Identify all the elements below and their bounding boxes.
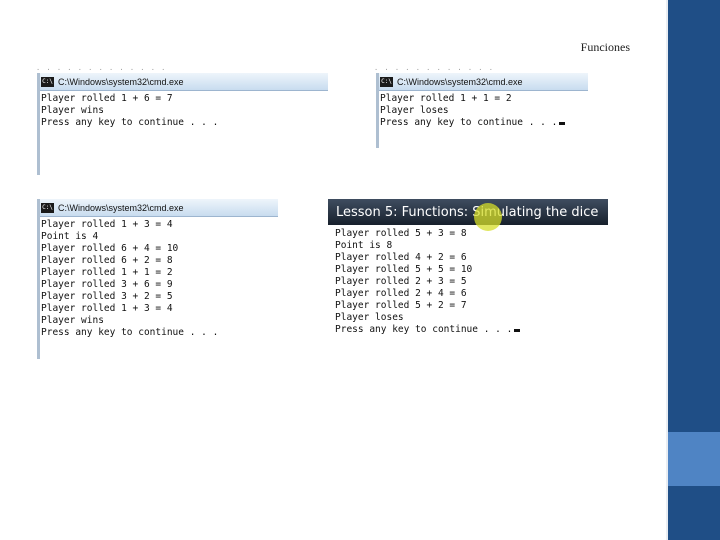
sidebar-accent-block <box>668 432 720 486</box>
cmd-icon: C:\ <box>380 76 393 87</box>
console-line: Player rolled 1 + 1 = 2 <box>41 267 173 278</box>
window-border <box>37 199 40 359</box>
cursor-icon <box>514 329 521 332</box>
console-line: Player rolled 2 + 3 = 5 <box>335 276 467 287</box>
window-titlebar[interactable]: C:\ C:\Windows\system32\cmd.exe <box>376 73 588 91</box>
window-title: C:\Windows\system32\cmd.exe <box>58 202 184 213</box>
console-line: Player rolled 3 + 6 = 9 <box>41 279 173 290</box>
console-line: Player rolled 1 + 6 = 7 <box>41 93 173 104</box>
console-window-4: Lesson 5: Functions: Simulating the dice… <box>328 199 608 341</box>
window-title: C:\Windows\system32\cmd.exe <box>58 76 184 87</box>
console-line: Player rolled 6 + 4 = 10 <box>41 243 179 254</box>
console-line-text: Press any key to continue . . . <box>380 117 558 128</box>
lesson-banner: Lesson 5: Functions: Simulating the dice <box>328 199 608 225</box>
console-line: Press any key to continue . . . <box>380 117 588 129</box>
console-line: Player wins <box>41 315 104 326</box>
console-output: Player rolled 1 + 6 = 7 Player wins Press … <box>37 91 328 129</box>
console-line-text: Press any key to continue . . . <box>335 324 513 335</box>
console-line: Player rolled 2 + 4 = 6 <box>335 288 467 299</box>
lesson-title: Lesson 5: Functions: Simulating the dice <box>336 204 599 220</box>
console-window-1: C:\ C:\Windows\system32\cmd.exe Player r… <box>37 73 328 175</box>
console-window-3: C:\ C:\Windows\system32\cmd.exe Player r… <box>37 199 278 359</box>
window-border <box>37 73 40 175</box>
console-line: Player rolled 1 + 3 = 4 <box>41 303 173 314</box>
window-titlebar[interactable]: C:\ C:\Windows\system32\cmd.exe <box>37 199 278 217</box>
console-line: Player rolled 3 + 2 = 5 <box>41 291 173 302</box>
console-line: Player rolled 1 + 3 = 4 <box>41 219 173 230</box>
console-line: Player loses <box>380 105 449 116</box>
cmd-icon: C:\ <box>41 76 54 87</box>
console-line: Press any key to continue . . . <box>41 327 219 338</box>
console-line: Player loses <box>335 312 404 323</box>
console-line: Press any key to continue . . . <box>41 117 219 128</box>
console-output: Player rolled 5 + 3 = 8 Point is 8 Player … <box>328 225 608 336</box>
console-line: Player rolled 5 + 3 = 8 <box>335 228 467 239</box>
console-line: Point is 8 <box>335 240 393 251</box>
console-line: Player wins <box>41 105 104 116</box>
window-titlebar[interactable]: C:\ C:\Windows\system32\cmd.exe <box>37 73 328 91</box>
console-line: Player rolled 5 + 2 = 7 <box>335 300 467 311</box>
pointer-highlight <box>474 203 502 231</box>
console-window-2: C:\ C:\Windows\system32\cmd.exe Player r… <box>376 73 588 148</box>
window-title: C:\Windows\system32\cmd.exe <box>397 76 523 87</box>
console-line: Point is 4 <box>41 231 99 242</box>
console-line: Player rolled 6 + 2 = 8 <box>41 255 173 266</box>
cursor-icon <box>559 122 566 125</box>
console-output: Player rolled 1 + 1 = 2 Player loses Press… <box>376 91 588 129</box>
console-line: Player rolled 4 + 2 = 6 <box>335 252 467 263</box>
window-border <box>376 73 379 148</box>
console-line: Player rolled 1 + 1 = 2 <box>380 93 512 104</box>
cmd-icon: C:\ <box>41 202 54 213</box>
console-line: Press any key to continue . . . <box>335 324 608 336</box>
slide-title: Funciones <box>580 40 630 54</box>
console-line: Player rolled 5 + 5 = 10 <box>335 264 473 275</box>
console-output: Player rolled 1 + 3 = 4 Point is 4 Player … <box>37 217 278 339</box>
